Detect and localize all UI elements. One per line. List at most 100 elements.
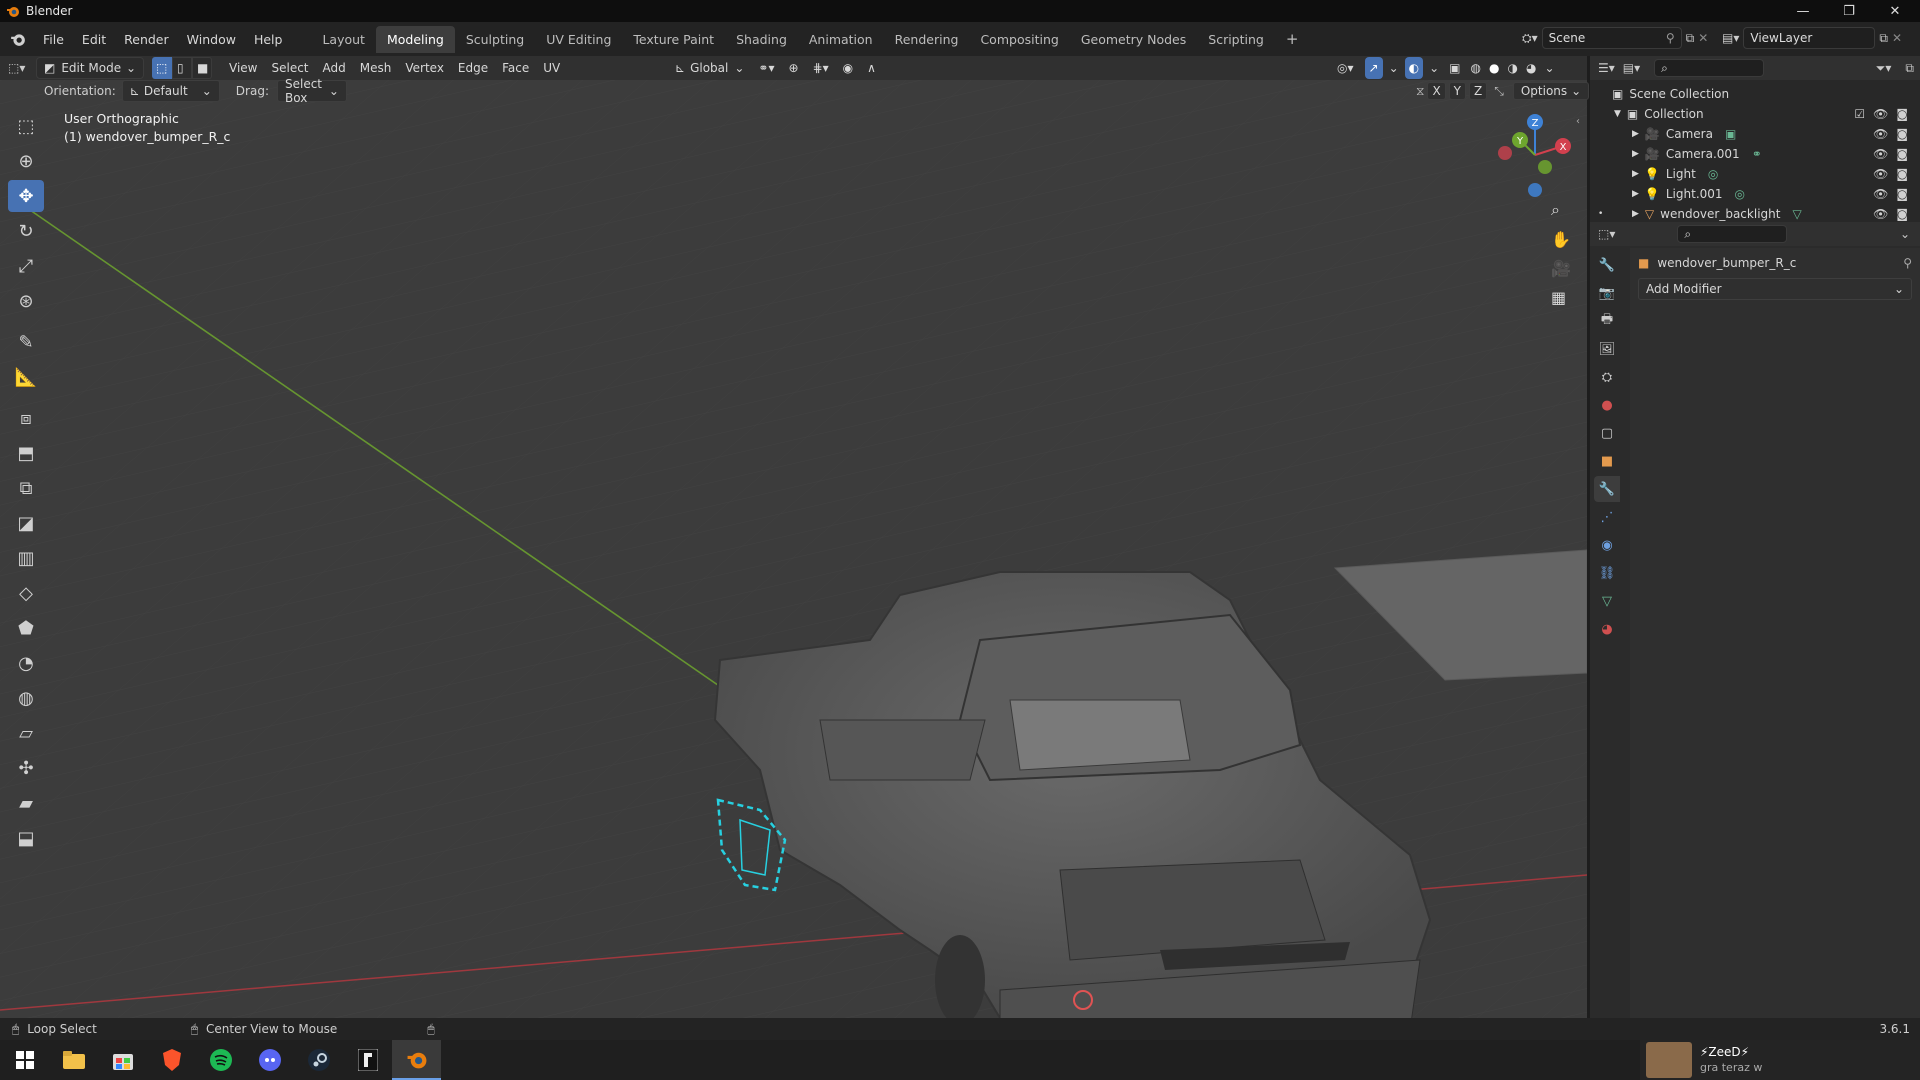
camera-render-icon[interactable]: ◙ — [1896, 107, 1908, 121]
inset-tool-icon[interactable]: ⧉ — [8, 472, 44, 504]
outliner-item[interactable]: ▶ 🎥 Camera.001 ⚭ 👁 ◙ — [1590, 144, 1920, 164]
camera-render-icon[interactable]: ◙ — [1896, 167, 1908, 181]
edge-select-icon[interactable]: ▯ — [172, 57, 192, 79]
editor-type-icon[interactable]: ⬚▾ — [8, 61, 36, 75]
move-tool-icon[interactable]: ✥ — [8, 180, 44, 212]
snap-target-icon[interactable]: ⋕▾ — [806, 57, 836, 79]
neg-x-axis-icon[interactable] — [1498, 146, 1512, 160]
measure-tool-icon[interactable]: 📐 — [8, 361, 44, 393]
camera-render-icon[interactable]: ◙ — [1896, 147, 1908, 161]
menu-render[interactable]: Render — [115, 32, 178, 47]
add-workspace-icon[interactable]: + — [1275, 24, 1310, 54]
tab-texture-paint[interactable]: Texture Paint — [622, 26, 725, 53]
view-layer-field[interactable]: ViewLayer — [1743, 27, 1876, 49]
filter-icon[interactable]: ⏷▾ — [1876, 61, 1892, 76]
rip-tool-icon[interactable]: ⬓ — [8, 822, 44, 854]
camera-data-icon[interactable]: ⚭ — [1752, 147, 1762, 161]
mirror-y-toggle[interactable]: Y — [1448, 82, 1467, 100]
scene-icon[interactable]: ⛭▾ — [1522, 31, 1538, 46]
output-tab-icon[interactable]: 🖶 — [1594, 308, 1620, 334]
edit-mode-dot-icon[interactable]: • — [1598, 209, 1603, 219]
tab-modeling[interactable]: Modeling — [375, 25, 455, 53]
menu-add[interactable]: Add — [316, 57, 353, 79]
menu-select[interactable]: Select — [264, 57, 315, 79]
modifier-tab-icon[interactable]: 🔧 — [1594, 476, 1620, 502]
new-view-layer-icon[interactable]: ⧉ — [1879, 31, 1888, 46]
pin-icon[interactable]: ⚲ — [1666, 31, 1675, 45]
falloff-icon[interactable]: ∧ — [860, 57, 883, 79]
shear-tool-icon[interactable]: ▰ — [8, 787, 44, 819]
eye-icon[interactable]: 👁 — [1873, 187, 1888, 201]
outliner-editor-icon[interactable]: ☰▾ — [1598, 61, 1615, 75]
smooth-tool-icon[interactable]: ◍ — [8, 682, 44, 714]
discord-icon[interactable] — [245, 1040, 294, 1080]
properties-search-input[interactable]: ⌕ — [1677, 225, 1788, 243]
menu-uv[interactable]: UV — [536, 57, 567, 79]
world-tab-icon[interactable]: ● — [1594, 392, 1620, 418]
edge-slide-tool-icon[interactable]: ▱ — [8, 717, 44, 749]
data-tab-icon[interactable]: ▽ — [1594, 588, 1620, 614]
close-button[interactable]: ✕ — [1872, 0, 1918, 22]
delete-view-layer-icon[interactable]: ✕ — [1892, 31, 1902, 45]
options-dropdown[interactable]: Options ⌄ — [1512, 82, 1590, 100]
chevron-down-icon[interactable]: ⌄ — [1900, 227, 1910, 241]
poly-build-tool-icon[interactable]: ⬟ — [8, 612, 44, 644]
steam-notification[interactable]: ⚡ZeeD⚡ gra teraz w — [1640, 1040, 1920, 1080]
display-mode-icon[interactable]: ▤▾ — [1623, 61, 1640, 75]
add-modifier-dropdown[interactable]: Add Modifier ⌄ — [1638, 278, 1912, 300]
camera-render-icon[interactable]: ◙ — [1896, 207, 1908, 221]
gizmo-icon[interactable]: ↗ — [1364, 57, 1383, 79]
xray-icon[interactable]: ▣ — [1445, 57, 1464, 79]
annotate-tool-icon[interactable]: ✎ — [8, 326, 44, 358]
eye-icon[interactable]: 👁 — [1873, 207, 1888, 221]
menu-face[interactable]: Face — [495, 57, 536, 79]
pin-icon[interactable]: ⚲ — [1903, 256, 1912, 270]
camera-render-icon[interactable]: ◙ — [1896, 127, 1908, 141]
pan-hand-icon[interactable]: ✋ — [1551, 230, 1571, 249]
cursor-tool-icon[interactable]: ⊕ — [8, 145, 44, 177]
new-collection-icon[interactable]: ⧉ — [1905, 61, 1914, 76]
neg-y-axis-icon[interactable] — [1538, 160, 1552, 174]
expand-arrow-icon[interactable]: ▶ — [1632, 209, 1639, 219]
knife-tool-icon[interactable]: ◇ — [8, 577, 44, 609]
menu-view[interactable]: View — [222, 57, 264, 79]
mirror-x-toggle[interactable]: X — [1427, 82, 1446, 100]
outliner-item[interactable]: • ▶ ▽ wendover_backlight ▽ 👁 ◙ — [1590, 204, 1920, 224]
steam-icon[interactable] — [294, 1040, 343, 1080]
object-tab-icon[interactable]: ■ — [1594, 448, 1620, 474]
restore-button[interactable]: ❐ — [1826, 0, 1872, 22]
mirror-z-toggle[interactable]: Z — [1469, 82, 1488, 100]
chevron-down-icon[interactable]: ⌄ — [1542, 57, 1556, 79]
chevron-down-icon[interactable]: ⌄ — [1427, 57, 1441, 79]
tab-uv-editing[interactable]: UV Editing — [535, 26, 622, 53]
light-data-icon[interactable]: ◎ — [1735, 187, 1745, 201]
expand-arrow-icon[interactable]: ▶ — [1632, 149, 1639, 159]
collection-tab-icon[interactable]: ▢ — [1594, 420, 1620, 446]
eye-icon[interactable]: 👁 — [1873, 167, 1888, 181]
outliner-item[interactable]: ▶ 💡 Light.001 ◎ 👁 ◙ — [1590, 184, 1920, 204]
delete-scene-icon[interactable]: ✕ — [1698, 31, 1708, 45]
visibility-icon[interactable]: ◎▾ — [1330, 57, 1361, 79]
light-data-icon[interactable]: ◎ — [1708, 167, 1718, 181]
tab-sculpting[interactable]: Sculpting — [455, 26, 535, 53]
sidebar-toggle-icon[interactable]: ‹ — [1576, 116, 1580, 127]
tab-scripting[interactable]: Scripting — [1197, 26, 1275, 53]
material-tab-icon[interactable]: ◕ — [1594, 616, 1620, 642]
view-layer-icon[interactable]: ▤▾ — [1722, 31, 1739, 45]
face-select-icon[interactable]: ■ — [192, 57, 212, 79]
menu-edge[interactable]: Edge — [451, 57, 495, 79]
mesh-data-icon[interactable]: ▽ — [1792, 207, 1801, 221]
tab-layout[interactable]: Layout — [311, 26, 376, 53]
mode-selector[interactable]: ◩ Edit Mode ⌄ — [36, 57, 144, 79]
rendered-shading-icon[interactable]: ◕ — [1524, 57, 1538, 79]
tab-animation[interactable]: Animation — [798, 26, 884, 53]
navigation-gizmo[interactable]: Z Y X — [1490, 110, 1580, 200]
orientation-dropdown[interactable]: ⊾ Default ⌄ — [121, 80, 220, 102]
neg-z-axis-icon[interactable] — [1528, 183, 1542, 197]
eye-icon[interactable]: 👁 — [1873, 107, 1888, 121]
eye-icon[interactable]: 👁 — [1873, 147, 1888, 161]
file-explorer-icon[interactable] — [49, 1040, 98, 1080]
brave-browser-icon[interactable] — [147, 1040, 196, 1080]
render-tab-icon[interactable]: 📷 — [1594, 280, 1620, 306]
view-layer-tab-icon[interactable]: 🖼 — [1594, 336, 1620, 362]
